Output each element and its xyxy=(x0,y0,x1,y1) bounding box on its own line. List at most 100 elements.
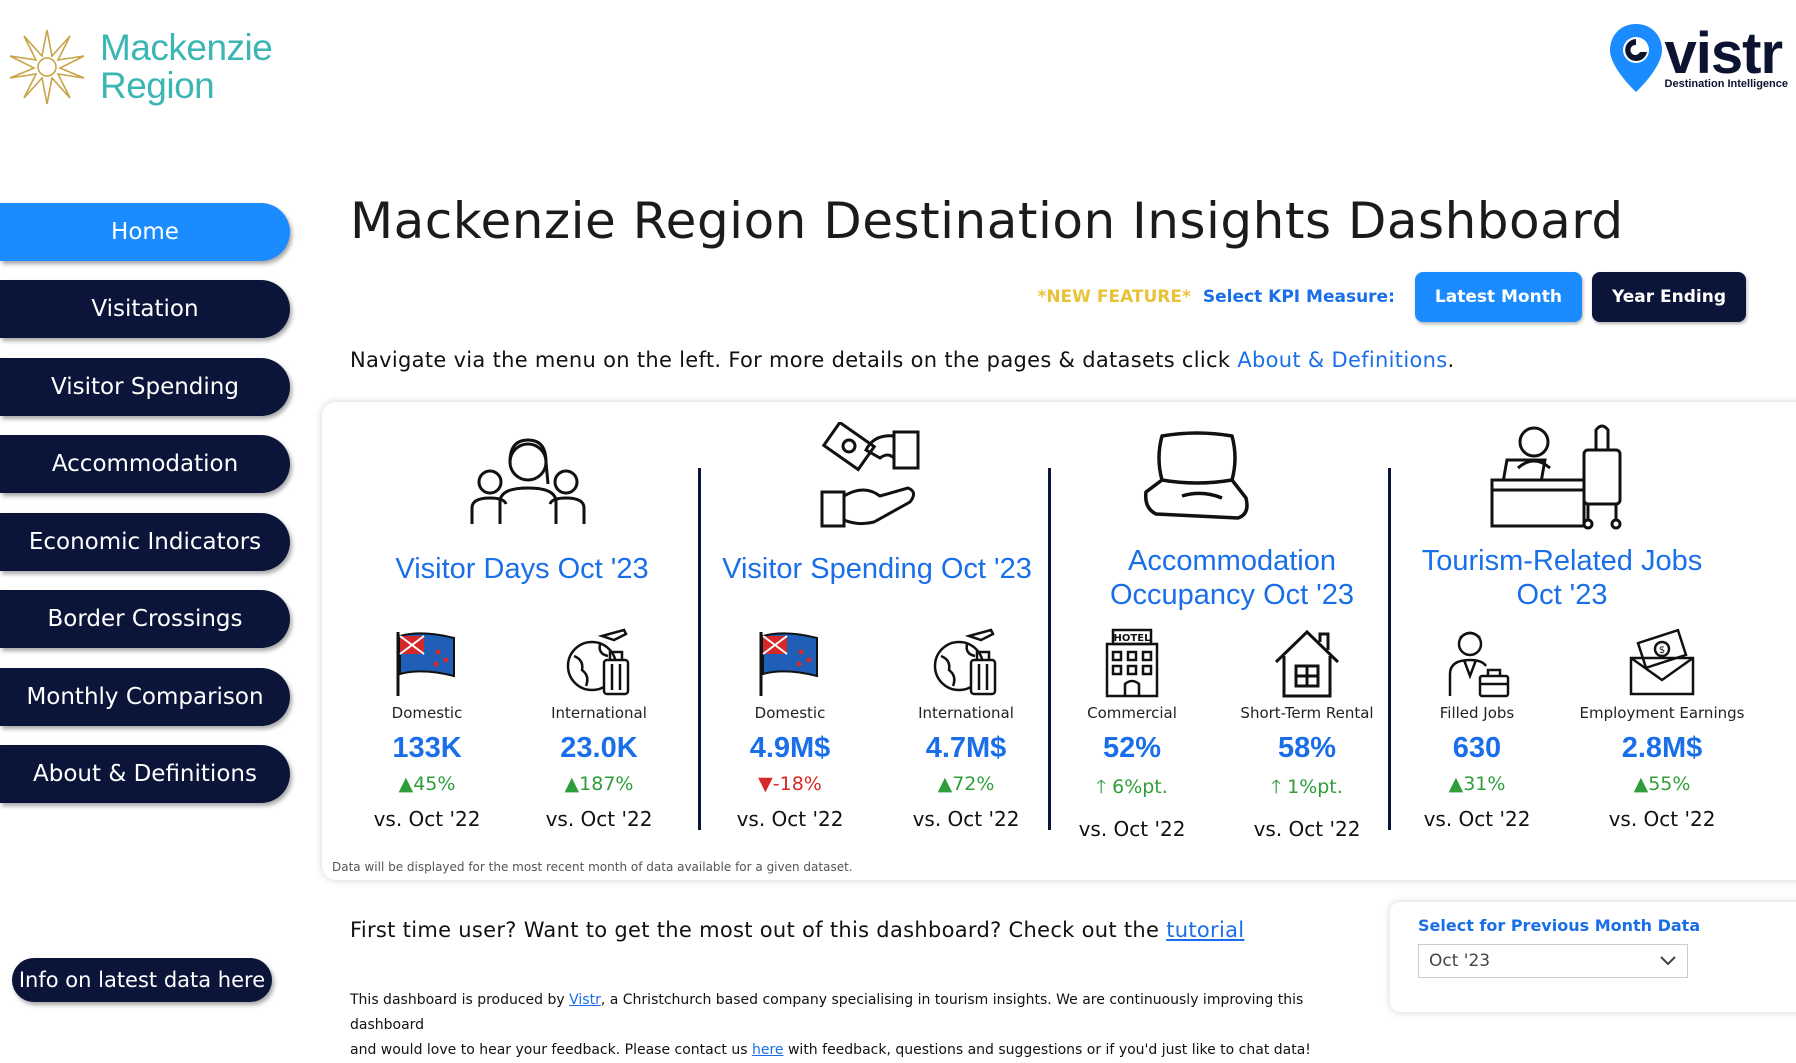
new-feature-badge: *NEW FEATURE* xyxy=(1037,287,1191,307)
kpi-label: Select KPI Measure: xyxy=(1202,287,1395,307)
metric-comparison: vs. Oct '22 xyxy=(912,807,1020,831)
jobs-filled: Filled Jobs 630 ▲31% vs. Oct '22 xyxy=(1392,628,1562,831)
sidebar-item-visitor-spending[interactable]: Visitor Spending xyxy=(0,358,290,416)
card-footnote: Data will be displayed for the most rece… xyxy=(332,860,853,874)
metric-comparison: vs. Oct '22 xyxy=(545,807,653,831)
globe-luggage-icon xyxy=(566,628,630,696)
metric-change: ▲187% xyxy=(564,773,634,795)
jobs-title-line2: Oct '23 xyxy=(1516,579,1608,611)
metric-comparison: vs. Oct '22 xyxy=(1608,807,1716,831)
nz-flag-icon xyxy=(396,632,455,696)
footer-text: This dashboard is produced by Vistr, a C… xyxy=(350,988,1350,1063)
accommodation-title-line1: Accommodation xyxy=(1128,545,1336,577)
metric-label: International xyxy=(551,704,647,722)
accommodation-title: Accommodation Occupancy Oct '23 xyxy=(1072,544,1392,612)
vistr-logo: vistr Destination Intelligence xyxy=(1607,22,1788,94)
metric-change: ▲72% xyxy=(937,773,995,795)
vistr-wordmark: vistr xyxy=(1664,21,1784,86)
brand-line2: Region xyxy=(100,65,215,106)
jobs-employment-earnings: $ Employment Earnings 2.8M$ ▲55% vs. Oct… xyxy=(1562,628,1762,831)
metric-value: 23.0K xyxy=(560,732,638,764)
metric-change: ▼-18% xyxy=(758,773,822,795)
chevron-down-icon xyxy=(1660,956,1676,966)
about-definitions-link[interactable]: About & Definitions xyxy=(1237,348,1447,372)
reception-desk-icon xyxy=(1490,424,1622,530)
metric-change: ▲31% xyxy=(1448,773,1506,795)
sun-star-icon xyxy=(9,29,85,105)
money-handshake-icon xyxy=(820,422,920,528)
metric-value: 630 xyxy=(1452,732,1502,764)
worker-briefcase-icon xyxy=(1448,631,1510,698)
metric-label: Domestic xyxy=(391,704,463,722)
sidebar-item-home[interactable]: Home xyxy=(0,203,290,261)
mackenzie-logo: Mackenzie Region xyxy=(8,27,273,106)
visitor-days-international: International 23.0K ▲187% vs. Oct '22 xyxy=(514,628,684,831)
jobs-title-line1: Tourism-Related Jobs xyxy=(1421,545,1703,577)
visitor-spending-international: International 4.7M$ ▲72% vs. Oct '22 xyxy=(881,628,1051,831)
kpi-card: Visitor Days Oct '23 Domestic 133K ▲45% … xyxy=(322,402,1796,880)
visitor-days-title: Visitor Days Oct '23 xyxy=(395,553,649,585)
metric-comparison: vs. Oct '22 xyxy=(736,807,844,831)
page-title: Mackenzie Region Destination Insights Da… xyxy=(350,192,1624,250)
metric-value: 2.8M$ xyxy=(1621,732,1703,764)
footer-p4: with feedback, questions and suggestions… xyxy=(783,1042,1311,1058)
metric-label: International xyxy=(918,704,1014,722)
sidebar-item-border-crossings[interactable]: Border Crossings xyxy=(0,590,290,648)
contact-here-link[interactable]: here xyxy=(752,1042,784,1058)
divider xyxy=(698,468,701,830)
tutorial-link[interactable]: tutorial xyxy=(1166,918,1244,942)
nav-instructions-end: . xyxy=(1447,348,1455,372)
people-group-icon xyxy=(470,438,586,524)
metric-value: 52% xyxy=(1102,732,1162,764)
visitor-spending-domestic: Domestic 4.9M$ ▼-18% vs. Oct '22 xyxy=(705,628,875,831)
location-pin-icon xyxy=(1609,24,1662,92)
previous-month-title: Select for Previous Month Data xyxy=(1418,916,1701,935)
metric-label: Employment Earnings xyxy=(1579,704,1745,722)
metric-change: 🡑 6%pt. xyxy=(1096,776,1168,798)
footer-p3: and would love to hear your feedback. Pl… xyxy=(350,1042,752,1058)
nav-instructions-text: Navigate via the menu on the left. For m… xyxy=(350,348,1238,372)
metric-change: ▲55% xyxy=(1633,773,1691,795)
first-time-user-text: First time user? Want to get the most ou… xyxy=(350,918,1244,942)
sidebar-item-visitation[interactable]: Visitation xyxy=(0,280,290,338)
metric-comparison: vs. Oct '22 xyxy=(1423,807,1531,831)
year-ending-button[interactable]: Year Ending xyxy=(1591,272,1746,322)
sidebar-item-monthly-comparison[interactable]: Monthly Comparison xyxy=(0,668,290,726)
metric-change: ▲45% xyxy=(398,773,456,795)
accommodation-title-line2: Occupancy Oct '23 xyxy=(1109,579,1355,611)
accommodation-short-term-rental: Short-Term Rental 58% 🡑 1%pt. vs. Oct '2… xyxy=(1222,628,1392,841)
metric-label: Commercial xyxy=(1087,704,1177,722)
hotel-building-icon: HOTEL xyxy=(1105,628,1159,698)
nav-instructions: Navigate via the menu on the left. For m… xyxy=(350,348,1454,372)
globe-luggage-icon xyxy=(933,628,997,696)
sidebar-item-about-definitions[interactable]: About & Definitions xyxy=(0,745,290,803)
brand-line1: Mackenzie xyxy=(100,27,273,68)
metric-label: Domestic xyxy=(754,704,826,722)
metric-value: 133K xyxy=(392,732,462,764)
metric-change: 🡑 1%pt. xyxy=(1271,776,1343,798)
house-icon xyxy=(1274,629,1340,698)
kpi-selector: *NEW FEATURE* Select KPI Measure: Latest… xyxy=(1037,272,1746,322)
visitor-days-domestic: Domestic 133K ▲45% vs. Oct '22 xyxy=(342,628,512,831)
svg-text:$: $ xyxy=(1659,645,1665,656)
footer-p1: This dashboard is produced by xyxy=(350,992,570,1008)
metric-value: 4.7M$ xyxy=(925,732,1007,764)
pillow-bed-icon xyxy=(1143,431,1249,520)
metric-comparison: vs. Oct '22 xyxy=(373,807,481,831)
first-time-text: First time user? Want to get the most ou… xyxy=(350,918,1167,942)
vistr-tagline: Destination Intelligence xyxy=(1664,78,1788,90)
metric-comparison: vs. Oct '22 xyxy=(1253,817,1361,841)
previous-month-panel: Select for Previous Month Data Oct '23 xyxy=(1390,902,1796,1012)
jobs-title: Tourism-Related Jobs Oct '23 xyxy=(1397,544,1727,612)
sidebar-item-economic-indicators[interactable]: Economic Indicators xyxy=(0,513,290,571)
latest-month-button[interactable]: Latest Month xyxy=(1414,272,1582,322)
sidebar-item-accommodation[interactable]: Accommodation xyxy=(0,435,290,493)
money-envelope-icon: $ xyxy=(1629,628,1695,696)
previous-month-value: Oct '23 xyxy=(1429,951,1491,971)
info-latest-data-button[interactable]: Info on latest data here xyxy=(12,958,272,1002)
metric-label: Short-Term Rental xyxy=(1240,704,1374,722)
previous-month-dropdown[interactable]: Oct '23 xyxy=(1418,944,1688,978)
accommodation-commercial: HOTEL Commercial 52% 🡑 6%pt. vs. Oct '22 xyxy=(1047,628,1217,841)
vistr-link[interactable]: Vistr xyxy=(569,992,601,1008)
svg-text:HOTEL: HOTEL xyxy=(1114,633,1152,644)
